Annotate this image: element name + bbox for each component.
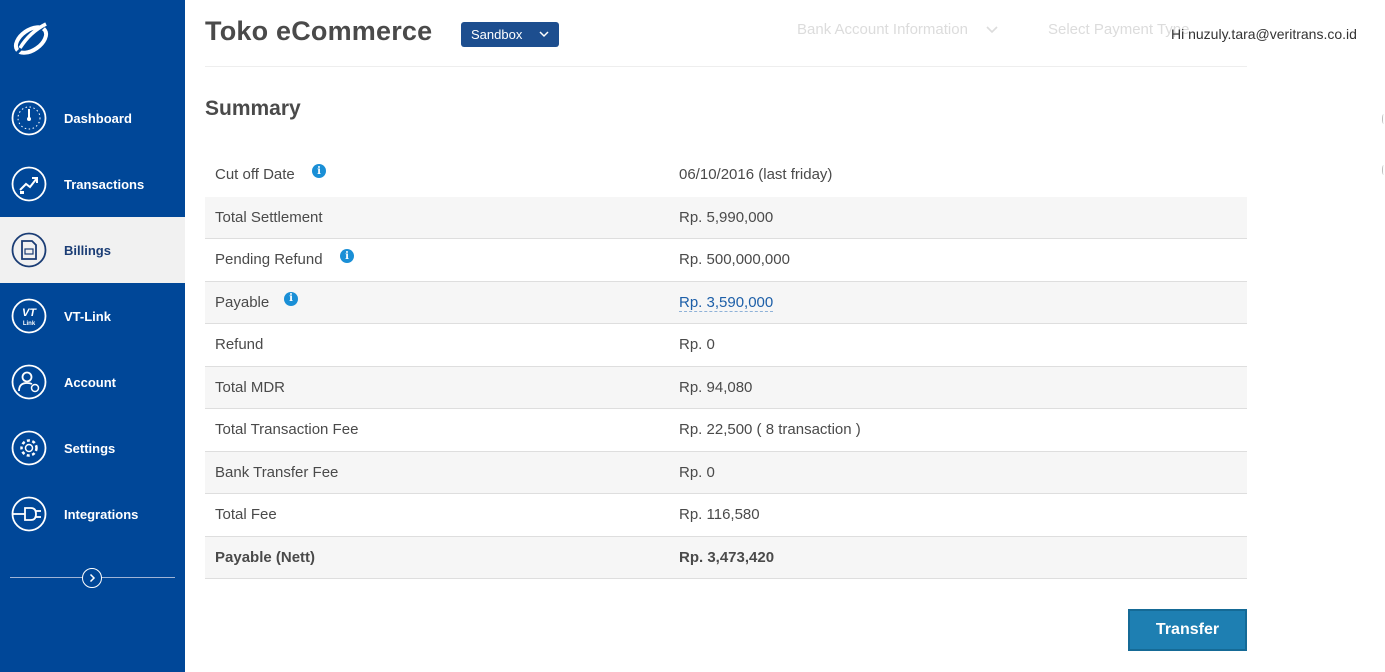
- table-row-total: Payable (Nett) Rp. 3,473,420: [205, 536, 1247, 579]
- info-icon[interactable]: i: [340, 249, 354, 263]
- summary-title: Summary: [205, 97, 301, 120]
- row-value: Rp. 94,080: [679, 378, 753, 396]
- sidebar-item-label: Dashboard: [64, 110, 132, 126]
- sidebar-item-label: Account: [64, 374, 116, 390]
- sidebar-collapse-button[interactable]: [82, 568, 102, 588]
- vt-link-icon: VT Link: [11, 298, 47, 334]
- sidebar: Dashboard Transactions Billings VT Link …: [0, 0, 185, 672]
- sidebar-item-label: Billings: [64, 242, 111, 258]
- summary-table: Cut off Date i 06/10/2016 (last friday) …: [205, 154, 1247, 579]
- sidebar-item-transactions[interactable]: Transactions: [0, 151, 185, 217]
- select-payment-type-label: Select Payment Type: [1048, 21, 1190, 38]
- payable-link[interactable]: Rp. 3,590,000: [679, 294, 774, 312]
- account-user-icon: [11, 364, 47, 400]
- table-row: Pending Refund i Rp. 500,000,000: [205, 239, 1247, 282]
- svg-text:VT: VT: [22, 307, 37, 319]
- dashboard-gauge-icon: [11, 100, 47, 136]
- table-row: Total Fee Rp. 116,580: [205, 494, 1247, 537]
- environment-value: Sandbox: [471, 27, 523, 42]
- row-label: Total MDR: [215, 378, 286, 396]
- row-value: Rp. 116,580: [679, 506, 760, 523]
- sidebar-item-label: Transactions: [64, 176, 145, 192]
- row-value: Rp. 500,000,000: [679, 251, 790, 268]
- sidebar-item-vt-link[interactable]: VT Link VT-Link: [0, 283, 185, 349]
- chevron-down-icon: [986, 26, 998, 34]
- row-value: 06/10/2016 (last friday): [679, 166, 833, 183]
- row-label: Total Fee: [215, 506, 277, 523]
- svg-text:Link: Link: [23, 321, 36, 327]
- row-value: Rp. 0: [679, 463, 715, 481]
- user-greeting[interactable]: Hi nuzuly.tara@veritrans.co.id: [1171, 26, 1357, 42]
- row-label: Cut off Date: [215, 166, 295, 183]
- table-row: Total Settlement Rp. 5,990,000: [205, 196, 1247, 239]
- row-value: Rp. 22,500 ( 8 transaction ): [679, 421, 861, 438]
- billings-document-icon: [11, 232, 47, 268]
- row-label: Payable (Nett): [215, 548, 316, 566]
- row-value: Rp. 3,473,420: [679, 548, 775, 566]
- row-value: Rp. 0: [679, 336, 715, 353]
- sidebar-item-label: Settings: [64, 440, 116, 456]
- row-value: Rp. 5,990,000: [679, 208, 774, 226]
- sidebar-item-account[interactable]: Account: [0, 349, 185, 415]
- sidebar-item-label: VT-Link: [64, 308, 111, 324]
- chevron-down-icon: [539, 31, 549, 38]
- select-payment-type-step[interactable]: Select Payment Type: [1048, 21, 1189, 38]
- row-label: Refund: [215, 336, 264, 353]
- sidebar-item-billings[interactable]: Billings: [0, 217, 185, 283]
- sidebar-item-dashboard[interactable]: Dashboard: [0, 85, 185, 151]
- table-row: Payable i Rp. 3,590,000: [205, 281, 1247, 324]
- header-divider: [205, 66, 1247, 67]
- sidebar-item-integrations[interactable]: Integrations: [0, 481, 185, 547]
- table-row: Cut off Date i 06/10/2016 (last friday): [205, 154, 1247, 197]
- row-label: Total Settlement: [215, 208, 323, 226]
- row-label: Pending Refund: [215, 251, 323, 268]
- sidebar-item-settings[interactable]: Settings: [0, 415, 185, 481]
- integrations-plug-icon: [11, 496, 47, 532]
- row-label: Payable: [215, 293, 270, 311]
- transfer-button[interactable]: Transfer: [1128, 609, 1247, 651]
- table-row: Total MDR Rp. 94,080: [205, 366, 1247, 409]
- store-title: Toko eCommerce: [205, 16, 433, 46]
- settings-gear-icon: [11, 430, 47, 466]
- table-row: Refund Rp. 0: [205, 324, 1247, 367]
- chevron-right-icon: [89, 573, 96, 583]
- row-label: Total Transaction Fee: [215, 421, 359, 438]
- bank-account-information-step[interactable]: Bank Account Information: [797, 21, 998, 38]
- transactions-chart-icon: [11, 166, 47, 202]
- table-row: Total Transaction Fee Rp. 22,500 ( 8 tra…: [205, 409, 1247, 452]
- info-icon[interactable]: i: [312, 164, 326, 178]
- row-label: Bank Transfer Fee: [215, 463, 339, 481]
- info-icon[interactable]: i: [284, 291, 298, 306]
- table-row: Bank Transfer Fee Rp. 0: [205, 451, 1247, 494]
- sidebar-item-label: Integrations: [64, 506, 139, 522]
- environment-select[interactable]: Sandbox: [461, 22, 559, 47]
- veritrans-logo-icon[interactable]: [10, 18, 52, 60]
- bank-account-information-label: Bank Account Information: [797, 21, 968, 38]
